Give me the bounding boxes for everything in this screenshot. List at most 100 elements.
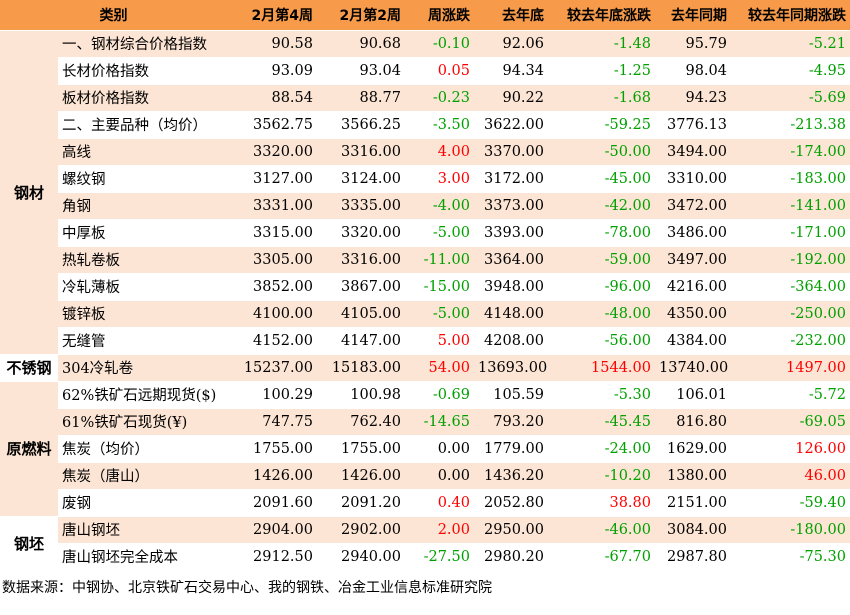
item-name: 焦炭（唐山） <box>58 462 227 490</box>
cell-same-period-last-year: 95.79 <box>655 30 731 58</box>
item-name: 唐山钢坯完全成本 <box>58 543 227 571</box>
item-name: 61%铁矿石现货(¥) <box>58 408 227 436</box>
cell-change-vs-last-year: -69.05 <box>731 408 850 436</box>
cell-feb-week2: 88.77 <box>317 84 405 112</box>
cell-last-year-end: 2052.80 <box>474 489 548 517</box>
cell-last-year-end: 92.06 <box>474 30 548 58</box>
cell-weekly-change: -27.50 <box>405 543 474 571</box>
cell-change-vs-year-end: -56.00 <box>548 327 655 355</box>
data-source-note: 数据来源：中钢协、北京铁矿石交易中心、我的钢铁、冶金工业信息标准研究院 <box>0 570 850 605</box>
header-change-vs-year-end: 较去年底涨跌 <box>548 0 655 31</box>
cell-feb-week4: 15237.00 <box>227 354 317 382</box>
cell-feb-week4: 3305.00 <box>227 246 317 274</box>
cell-same-period-last-year: 3776.13 <box>655 111 731 139</box>
cell-feb-week4: 93.09 <box>227 57 317 85</box>
cell-same-period-last-year: 3084.00 <box>655 516 731 544</box>
cell-weekly-change: -0.10 <box>405 30 474 58</box>
cell-feb-week2: 762.40 <box>317 408 405 436</box>
cell-change-vs-year-end: -67.70 <box>548 543 655 571</box>
cell-last-year-end: 3172.00 <box>474 165 548 193</box>
table-row: 热轧卷板 3305.00 3316.00 -11.00 3364.00 -59.00 349… <box>0 246 850 274</box>
item-name: 废钢 <box>58 489 227 517</box>
cell-feb-week2: 90.68 <box>317 30 405 58</box>
cell-same-period-last-year: 3310.00 <box>655 165 731 193</box>
cell-weekly-change: 3.00 <box>405 165 474 193</box>
cell-feb-week2: 3316.00 <box>317 138 405 166</box>
cell-feb-week4: 100.29 <box>227 381 317 409</box>
item-name: 304冷轧卷 <box>58 354 227 382</box>
cell-last-year-end: 94.34 <box>474 57 548 85</box>
table-row: 焦炭（唐山） 1426.00 1426.00 0.00 1436.20 -10.20 138… <box>0 462 850 490</box>
cell-change-vs-last-year: 126.00 <box>731 435 850 463</box>
cell-last-year-end: 105.59 <box>474 381 548 409</box>
item-name: 中厚板 <box>58 219 227 247</box>
table-row: 冷轧薄板 3852.00 3867.00 -15.00 3948.00 -96.00 421… <box>0 273 850 301</box>
header-weekly-change: 周涨跌 <box>405 0 474 31</box>
table-row: 镀锌板 4100.00 4105.00 -5.00 4148.00 -48.00 4350.… <box>0 300 850 328</box>
cell-feb-week4: 3331.00 <box>227 192 317 220</box>
cell-change-vs-last-year: -180.00 <box>731 516 850 544</box>
cell-same-period-last-year: 94.23 <box>655 84 731 112</box>
category-label: 不锈钢 <box>0 354 58 382</box>
table-body: 钢材 一、钢材综合价格指数 90.58 90.68 -0.10 92.06 -1.48 95.… <box>0 30 850 571</box>
cell-feb-week4: 2091.60 <box>227 489 317 517</box>
cell-same-period-last-year: 1380.00 <box>655 462 731 490</box>
cell-change-vs-last-year: -5.69 <box>731 84 850 112</box>
cell-change-vs-year-end: 1544.00 <box>548 354 655 382</box>
cell-weekly-change: 2.00 <box>405 516 474 544</box>
item-name: 热轧卷板 <box>58 246 227 274</box>
header-change-vs-last-year: 较去年同期涨跌 <box>731 0 850 31</box>
cell-weekly-change: 0.05 <box>405 57 474 85</box>
table-row: 中厚板 3315.00 3320.00 -5.00 3393.00 -78.00 3486.… <box>0 219 850 247</box>
item-name: 角钢 <box>58 192 227 220</box>
cell-last-year-end: 1436.20 <box>474 462 548 490</box>
cell-same-period-last-year: 13740.00 <box>655 354 731 382</box>
cell-same-period-last-year: 106.01 <box>655 381 731 409</box>
cell-same-period-last-year: 1629.00 <box>655 435 731 463</box>
table-row: 高线 3320.00 3316.00 4.00 3370.00 -50.00 3494.00… <box>0 138 850 166</box>
cell-last-year-end: 4208.00 <box>474 327 548 355</box>
cell-same-period-last-year: 98.04 <box>655 57 731 85</box>
cell-last-year-end: 90.22 <box>474 84 548 112</box>
cell-same-period-last-year: 4216.00 <box>655 273 731 301</box>
cell-feb-week2: 2902.00 <box>317 516 405 544</box>
cell-change-vs-last-year: 1497.00 <box>731 354 850 382</box>
cell-same-period-last-year: 3494.00 <box>655 138 731 166</box>
header-feb-week2: 2月第2周 <box>317 0 405 31</box>
cell-change-vs-year-end: -59.00 <box>548 246 655 274</box>
cell-change-vs-last-year: -5.72 <box>731 381 850 409</box>
table-row: 板材价格指数 88.54 88.77 -0.23 90.22 -1.68 94.23 -5.6… <box>0 84 850 112</box>
item-name: 一、钢材综合价格指数 <box>58 30 227 58</box>
table-row: 钢坯 唐山钢坯 2904.00 2902.00 2.00 2950.00 -46.00 308… <box>0 516 850 571</box>
cell-last-year-end: 3948.00 <box>474 273 548 301</box>
header-same-period-last-year: 去年同期 <box>655 0 731 31</box>
cell-change-vs-year-end: -59.25 <box>548 111 655 139</box>
cell-change-vs-year-end: -1.48 <box>548 30 655 58</box>
cell-change-vs-year-end: -45.00 <box>548 165 655 193</box>
cell-last-year-end: 3622.00 <box>474 111 548 139</box>
cell-change-vs-last-year: 46.00 <box>731 462 850 490</box>
cell-feb-week2: 3316.00 <box>317 246 405 274</box>
cell-change-vs-last-year: -171.00 <box>731 219 850 247</box>
cell-feb-week4: 3315.00 <box>227 219 317 247</box>
cell-weekly-change: -0.69 <box>405 381 474 409</box>
table-row: 长材价格指数 93.09 93.04 0.05 94.34 -1.25 98.04 -4.95 <box>0 57 850 85</box>
item-name: 高线 <box>58 138 227 166</box>
cell-feb-week4: 3562.75 <box>227 111 317 139</box>
item-name: 62%铁矿石远期现货($) <box>58 381 227 409</box>
cell-change-vs-last-year: -59.40 <box>731 489 850 517</box>
cell-same-period-last-year: 4350.00 <box>655 300 731 328</box>
category-label: 钢坯 <box>0 516 58 571</box>
item-name: 唐山钢坯 <box>58 516 227 544</box>
cell-feb-week2: 3566.25 <box>317 111 405 139</box>
header-category: 类别 <box>0 0 227 31</box>
cell-feb-week2: 3867.00 <box>317 273 405 301</box>
cell-weekly-change: -5.00 <box>405 219 474 247</box>
cell-feb-week4: 88.54 <box>227 84 317 112</box>
cell-feb-week2: 15183.00 <box>317 354 405 382</box>
cell-weekly-change: 0.00 <box>405 462 474 490</box>
item-name: 二、主要品种（均价） <box>58 111 227 139</box>
cell-last-year-end: 13693.00 <box>474 354 548 382</box>
cell-feb-week4: 1426.00 <box>227 462 317 490</box>
cell-weekly-change: 4.00 <box>405 138 474 166</box>
